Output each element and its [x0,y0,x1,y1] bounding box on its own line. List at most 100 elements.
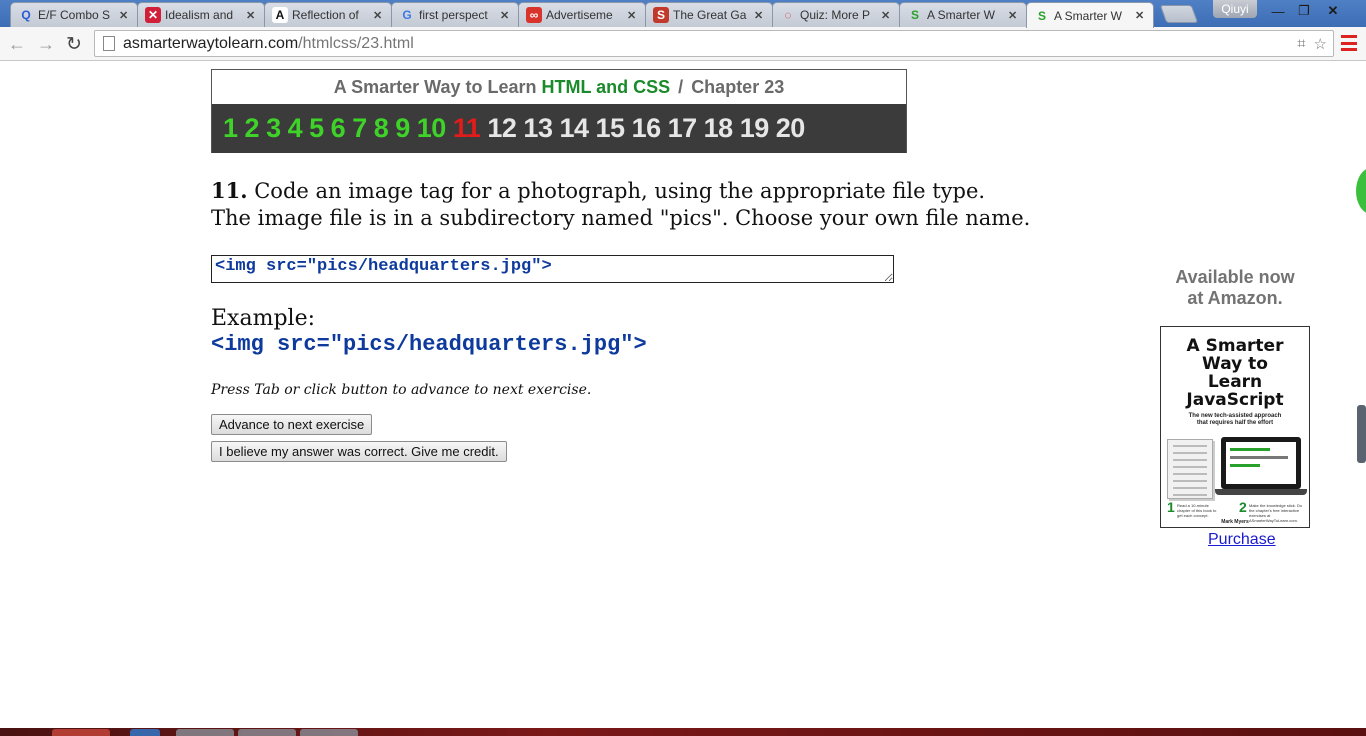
taskbar-item[interactable] [52,729,110,736]
browser-tab-strip: S A Smarter W ✕ S A Smarter W ✕ ◌ Quiz: More P ✕… [0,0,1366,28]
bookmark-star-icon[interactable]: ☆ [1314,35,1327,53]
smarter-way-icon: S [1037,8,1046,23]
book-cover-title: A Smarter Way to Learn JavaScript [1161,337,1309,409]
title-separator: / [678,76,684,97]
browser-tab[interactable]: S A Smarter W ✕ [1026,2,1154,28]
example-label: Example: [211,306,315,331]
exercise-number-3[interactable]: 3 [266,113,281,144]
give-credit-button[interactable]: I believe my answer was correct. Give me… [211,441,507,462]
browser-tab-label: E/F Combo S [38,8,111,22]
browser-tab[interactable]: Gfirst perspect ✕ [391,2,519,27]
chapter-label: Chapter 23 [691,76,785,97]
browser-toolbar: ← → ↻ asmarterwaytolearn.com/htmlcss/23.… [0,27,1366,61]
exercise-number-17[interactable]: 17 [668,113,698,144]
exercise-number-16[interactable]: 16 [632,113,662,144]
close-tab-icon[interactable]: ✕ [627,9,639,22]
browser-tab-label: Quiz: More P [800,8,871,22]
close-tab-icon[interactable]: ✕ [1135,9,1147,22]
exercise-number-18[interactable]: 18 [704,113,734,144]
purchase-link[interactable]: Purchase [1208,531,1276,549]
availability-line-2: at Amazon. [1187,288,1283,308]
minimize-icon[interactable]: — [1265,2,1291,20]
profile-badge[interactable]: Qiuyi [1213,0,1257,18]
address-bar[interactable]: asmarterwaytolearn.com/htmlcss/23.html ⌗… [94,30,1334,57]
exercise-number-6[interactable]: 6 [331,113,346,144]
exercise-number-5[interactable]: 5 [309,113,324,144]
laptop-illustration [1221,437,1301,489]
browser-tab[interactable]: Q E/F Combo S ✕ [10,2,138,27]
side-scroll-widget[interactable] [1357,405,1366,463]
laptop-base [1215,489,1307,495]
book-step-2-number: 2 [1239,499,1247,515]
close-tab-icon[interactable]: ✕ [1008,9,1020,22]
close-window-icon[interactable]: ✕ [1320,2,1346,20]
close-tab-icon[interactable]: ✕ [373,9,385,22]
translate-icon[interactable]: ⌗ [1297,35,1305,53]
book-cover-subtitle: The new tech-assisted approach that requ… [1169,413,1301,427]
x-circle-icon: ✕ [145,7,161,23]
page-icon [103,36,115,51]
browser-menu-icon[interactable] [1341,35,1357,51]
exercise-number-2[interactable]: 2 [245,113,260,144]
reload-icon[interactable]: ↻ [62,32,86,56]
taskbar-item[interactable] [130,729,160,736]
google-icon: G [402,8,412,22]
exercise-number-15[interactable]: 15 [596,113,626,144]
exercise-number-10[interactable]: 10 [417,113,447,144]
exercise-number-9[interactable]: 9 [395,113,410,144]
exercise-number-20[interactable]: 20 [776,113,806,144]
browser-tab-label: first perspect [419,8,488,22]
chapter-header: A Smarter Way to Learn HTML and CSS / Chap… [211,69,907,153]
exercise-number-4[interactable]: 4 [288,113,303,144]
close-tab-icon[interactable]: ✕ [881,9,893,22]
url-domain: asmarterwaytolearn.com [123,34,299,52]
question-number: 11. [211,178,248,203]
exercise-number-7[interactable]: 7 [352,113,367,144]
letter-a-icon: A [272,7,288,23]
exercise-number-13[interactable]: 13 [523,113,553,144]
os-taskbar [0,728,1366,736]
restore-icon[interactable]: ❐ [1291,2,1317,20]
exercise-number-1[interactable]: 1 [223,113,238,144]
browser-tab-label: The Great Ga [673,8,747,22]
book-title-line-3: Learn [1207,372,1263,392]
url-path: /htmlcss/23.html [298,34,414,52]
book-title-line-1: A Smarter [1186,336,1284,356]
browser-tab[interactable]: S A Smarter W ✕ [899,2,1027,27]
answer-input[interactable]: <img src="pics/headquarters.jpg"> [211,255,894,283]
exercise-number-11[interactable]: 11 [453,113,481,144]
browser-tab[interactable]: ∞ Advertiseme ✕ [518,2,646,27]
availability-text: Available now at Amazon. [1150,267,1320,309]
exercise-number-8[interactable]: 8 [374,113,389,144]
exercise-number-19[interactable]: 19 [740,113,770,144]
new-tab-button[interactable] [1159,5,1199,23]
forward-arrow-icon[interactable]: → [34,32,58,56]
question-body: Code an image tag for a photograph, usin… [211,179,1031,230]
book-title-prefix: A Smarter Way to Learn [333,76,537,97]
browser-tab-label: Idealism and [165,8,234,22]
exercise-number-12[interactable]: 12 [487,113,517,144]
chapter-title: A Smarter Way to Learn HTML and CSS / Chap… [212,70,906,104]
advance-button[interactable]: Advance to next exercise [211,414,373,435]
availability-line-1: Available now [1175,267,1295,287]
taskbar-item[interactable] [238,729,296,736]
browser-tab-label: A Smarter W [1054,8,1123,23]
taskbar-item[interactable] [176,729,234,736]
close-tab-icon[interactable]: ✕ [754,9,766,22]
question-text: 11. Code an image tag for a photograph, … [211,177,1031,232]
browser-tab[interactable]: S The Great Ga ✕ [645,2,773,27]
browser-tab[interactable]: ✕ Idealism and ✕ [137,2,265,27]
browser-tab[interactable]: A Reflection of ✕ [264,2,392,27]
browser-tab[interactable]: ◌ Quiz: More P ✕ [772,2,900,27]
close-tab-icon[interactable]: ✕ [246,9,258,22]
exercise-number-14[interactable]: 14 [559,113,589,144]
close-tab-icon[interactable]: ✕ [119,9,131,22]
taskbar-item[interactable] [300,729,358,736]
close-tab-icon[interactable]: ✕ [500,9,512,22]
ad-infinity-icon: ∞ [526,7,542,23]
back-arrow-icon[interactable]: ← [5,32,29,56]
browser-tab-label: Reflection of [292,8,359,22]
quora-icon: Q [21,8,31,22]
extension-badge[interactable] [1356,168,1366,214]
book-cover[interactable]: A Smarter Way to Learn JavaScript The ne… [1160,326,1310,528]
